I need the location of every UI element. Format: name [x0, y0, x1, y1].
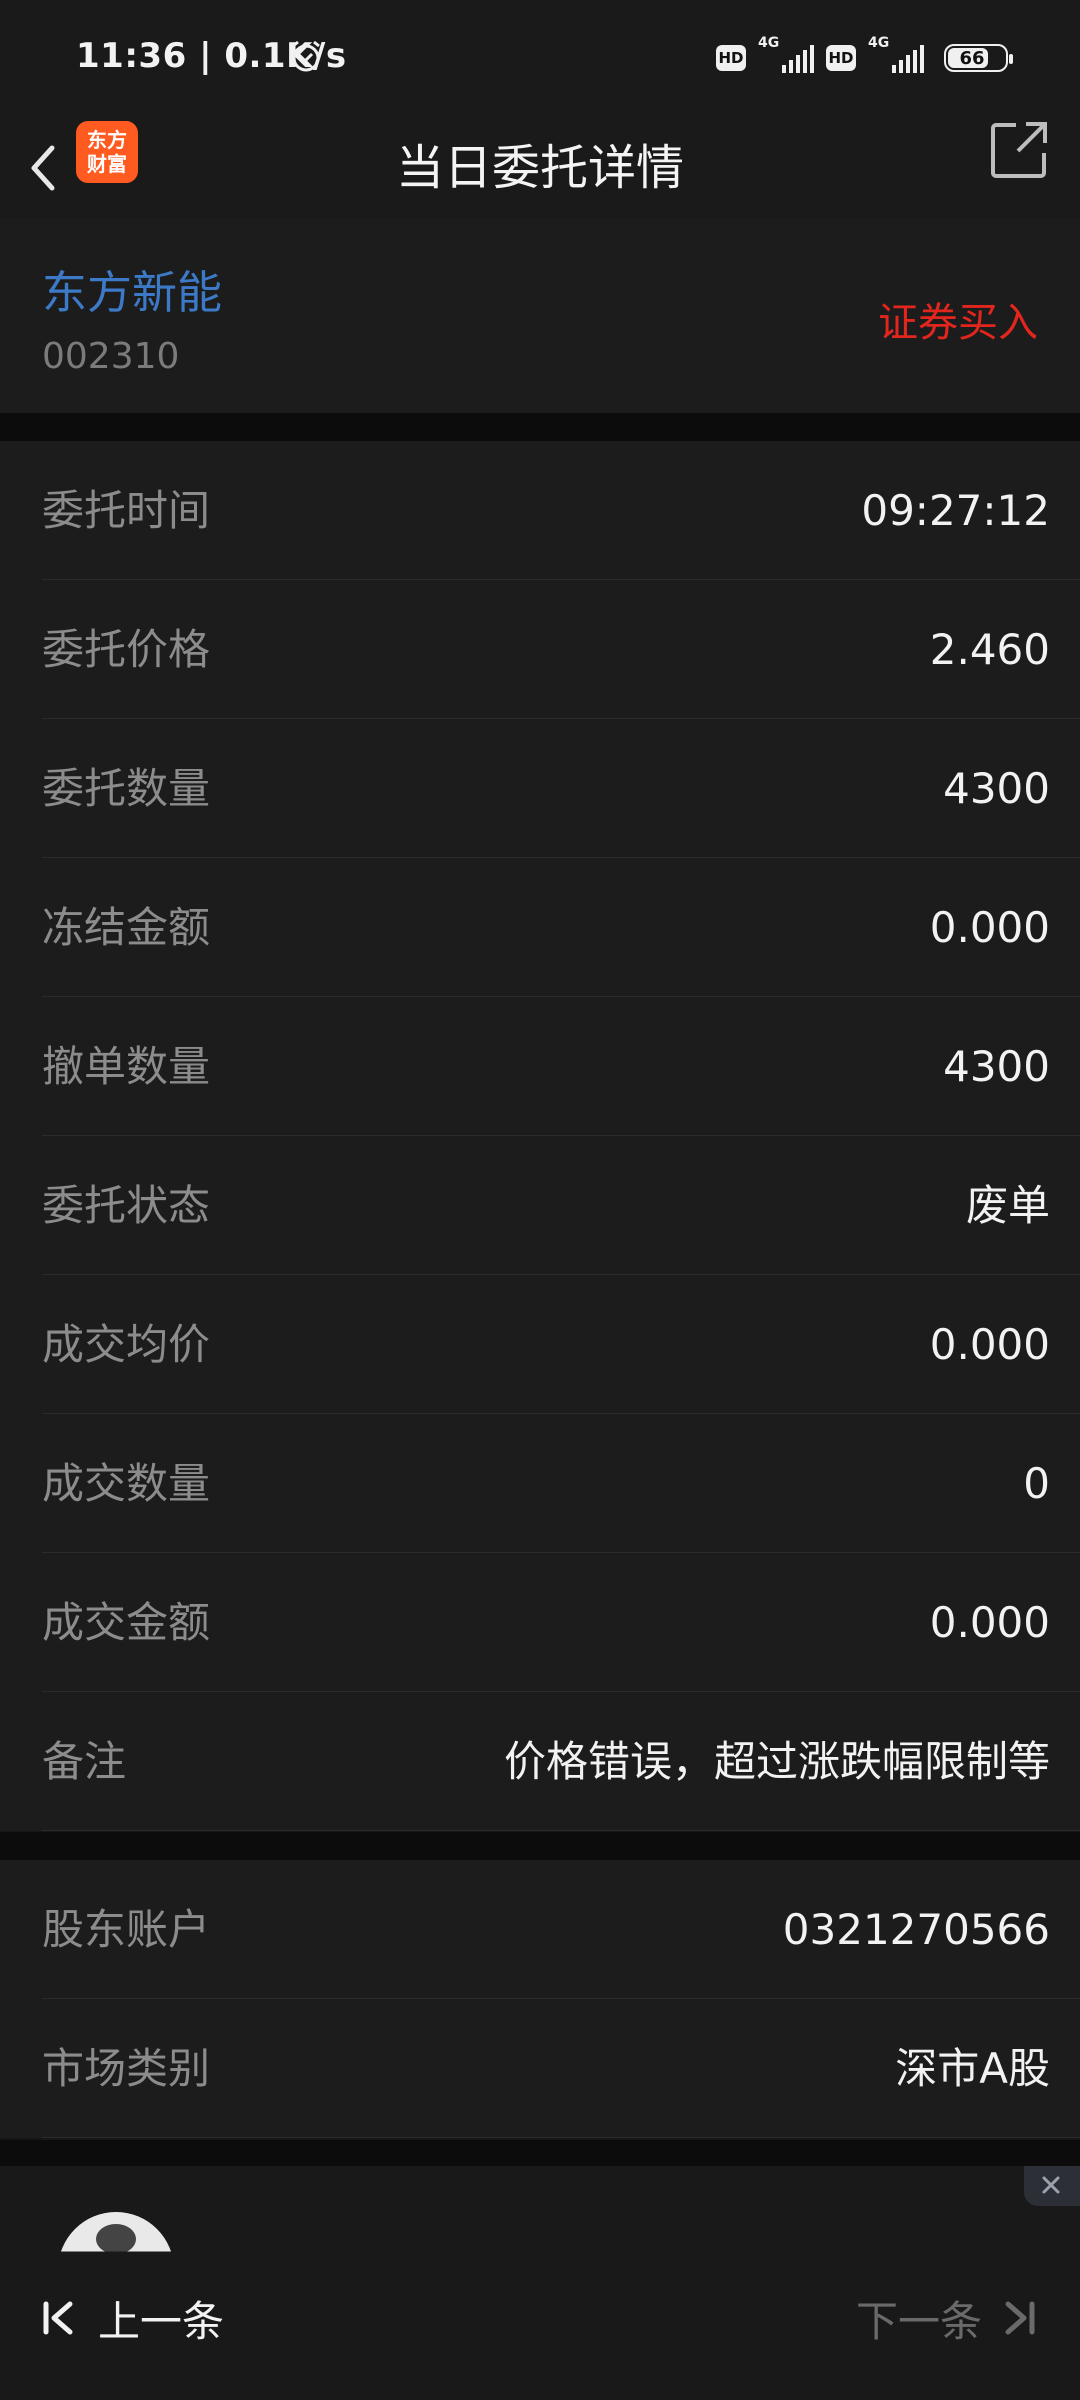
detail-value: 2.460: [929, 625, 1050, 674]
close-button[interactable]: [1024, 2166, 1080, 2206]
detail-value: 0.000: [929, 1598, 1050, 1647]
detail-label: 备注: [42, 1737, 127, 1786]
detail-row-avg-price: 成交均价 0.000: [42, 1275, 1080, 1414]
detail-label: 委托时间: [42, 486, 211, 535]
detail-row-filled-quantity: 成交数量 0: [42, 1414, 1080, 1553]
battery-level: 66: [959, 47, 985, 69]
status-indicators: HD 4G HD 4G 66: [716, 35, 1013, 78]
detail-value: 废单: [965, 1181, 1050, 1230]
page-title: 当日委托详情: [395, 140, 684, 196]
detail-label: 成交金额: [42, 1598, 211, 1647]
first-page-icon: [43, 2301, 73, 2335]
detail-label: 撤单数量: [42, 1042, 211, 1091]
detail-row-cancel-quantity: 撤单数量 4300: [42, 997, 1080, 1136]
trade-type: 证券买入: [878, 300, 1038, 346]
network-type-2: 4G: [868, 35, 890, 51]
close-icon: [1042, 2176, 1060, 2194]
signal-icon-1: 4G: [758, 35, 814, 75]
detail-label: 委托数量: [42, 764, 211, 813]
detail-value: 09:27:12: [861, 486, 1050, 535]
network-type-1: 4G: [758, 35, 780, 51]
detail-row-order-time: 委托时间 09:27:12: [42, 441, 1080, 580]
detail-value: 4300: [943, 764, 1050, 813]
section-divider: [0, 413, 1080, 441]
detail-label: 成交数量: [42, 1459, 211, 1508]
detail-value: 0.000: [929, 903, 1050, 952]
detail-label: 股东账户: [42, 1905, 211, 1954]
detail-row-order-price: 委托价格 2.460: [42, 580, 1080, 719]
detail-value: 0321270566: [782, 1905, 1050, 1954]
detail-row-market-type: 市场类别 深市A股: [42, 1999, 1080, 2138]
detail-label: 市场类别: [42, 2044, 211, 2093]
detail-value: 4300: [943, 1042, 1050, 1091]
detail-label: 委托状态: [42, 1181, 211, 1230]
detail-row-order-status: 委托状态 废单: [42, 1136, 1080, 1275]
next-button[interactable]: 下一条: [856, 2278, 1036, 2358]
last-page-icon: [1005, 2301, 1035, 2335]
section-divider: [0, 1832, 1080, 1860]
detail-row-frozen-amount: 冻结金额 0.000: [42, 858, 1080, 997]
signal-icon-2: 4G: [868, 35, 924, 75]
detail-label: 成交均价: [42, 1320, 211, 1369]
detail-row-shareholder-account: 股东账户 0321270566: [42, 1860, 1080, 1999]
detail-label: 委托价格: [42, 625, 211, 674]
order-details: 委托时间 09:27:12 委托价格 2.460 委托数量 4300 冻结金额 …: [0, 441, 1080, 1831]
account-info: 股东账户 0321270566 市场类别 深市A股: [0, 1860, 1080, 2138]
section-divider: [0, 2140, 1080, 2166]
next-label: 下一条: [855, 2296, 982, 2346]
previous-label: 上一条: [98, 2296, 225, 2346]
hd-badge-1: HD: [716, 45, 746, 71]
detail-value: 0.000: [929, 1320, 1050, 1369]
alarm-icon: [292, 40, 320, 72]
status-bar: 11:36 | 0.1K/s HD 4G HD 4G 66: [0, 0, 1080, 118]
detail-label: 冻结金额: [42, 903, 211, 952]
detail-value: 0: [1023, 1459, 1050, 1508]
battery-icon: 66: [944, 44, 1013, 72]
detail-row-filled-amount: 成交金额 0.000: [42, 1553, 1080, 1692]
detail-value: 价格错误，超过涨跌幅限制等: [503, 1737, 1050, 1786]
stock-code: 002310: [42, 336, 180, 377]
share-icon[interactable]: [988, 119, 1050, 181]
hd-badge-2: HD: [826, 45, 856, 71]
detail-row-order-quantity: 委托数量 4300: [42, 719, 1080, 858]
stock-info: 东方新能 002310 证券买入: [0, 218, 1080, 413]
detail-row-remark: 备注 价格错误，超过涨跌幅限制等: [42, 1692, 1080, 1831]
stock-name[interactable]: 东方新能: [42, 256, 222, 321]
previous-button[interactable]: 上一条: [42, 2278, 224, 2358]
detail-value: 深市A股: [895, 2044, 1050, 2093]
